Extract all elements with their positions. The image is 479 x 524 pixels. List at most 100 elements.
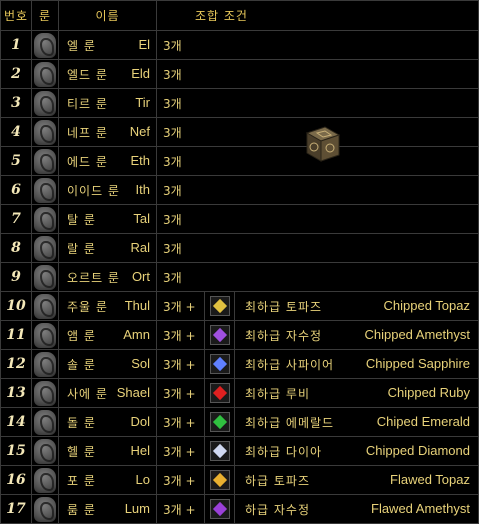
recipe-count: 3개 bbox=[163, 270, 182, 285]
recipe-count: 3개 + bbox=[163, 386, 196, 401]
rune-stone-icon bbox=[34, 235, 56, 261]
recipe-count: 3개 bbox=[163, 154, 182, 169]
table-row: 5 에드 룬 Eth 3개 bbox=[1, 146, 479, 175]
table-row: 11 앰 룬 Amn 3개 + 최하급 자수정 Chipped Amethyst bbox=[1, 320, 479, 349]
rune-stone-icon bbox=[34, 322, 56, 348]
gem-icon bbox=[209, 470, 230, 490]
gem-name-en: Chipped Diamond bbox=[365, 442, 470, 458]
recipe-count: 3개 + bbox=[163, 328, 196, 343]
recipe-count: 3개 + bbox=[163, 502, 196, 517]
table-row: 8 랄 룬 Ral 3개 bbox=[1, 233, 479, 262]
rune-name-en: Amn bbox=[123, 326, 150, 342]
rune-name-en: Eth bbox=[130, 152, 150, 168]
gem-name-ko: 최하급 사파이어 bbox=[245, 357, 335, 372]
rune-name-ko: 돌 룬 bbox=[67, 415, 96, 430]
rune-name-ko: 헬 룬 bbox=[67, 444, 96, 459]
row-number: 12 bbox=[6, 356, 26, 372]
row-number: 5 bbox=[11, 153, 21, 169]
table-row: 7 탈 룬 Tal 3개 bbox=[1, 204, 479, 233]
gem-name-en: Flawed Amethyst bbox=[371, 500, 470, 516]
rune-stone-icon bbox=[34, 438, 56, 464]
rune-stone-icon bbox=[34, 177, 56, 203]
gem-icon bbox=[209, 383, 230, 403]
header-name: 이름 bbox=[95, 9, 120, 23]
recipe-count: 3개 + bbox=[163, 415, 196, 430]
gem-name-ko: 최하급 자수정 bbox=[245, 328, 323, 343]
rune-stone-icon bbox=[34, 409, 56, 435]
row-number: 11 bbox=[6, 327, 26, 343]
rune-name-en: Ith bbox=[135, 181, 150, 197]
rune-name-ko: 포 룬 bbox=[67, 473, 96, 488]
gem-icon bbox=[209, 325, 230, 345]
row-number: 6 bbox=[11, 182, 21, 198]
header-rune: 룬 bbox=[38, 9, 52, 23]
rune-name-ko: 에드 룬 bbox=[67, 154, 108, 169]
gem-name-en: Chipped Ruby bbox=[387, 384, 470, 400]
rune-name-ko: 이이드 룬 bbox=[67, 183, 120, 198]
rune-stone-icon bbox=[34, 351, 56, 377]
row-number: 17 bbox=[6, 501, 26, 517]
table-row: 9 오르트 룬 Ort 3개 bbox=[1, 262, 479, 291]
row-number: 8 bbox=[11, 240, 21, 256]
recipe-count: 3개 bbox=[163, 125, 182, 140]
rune-name-en: Tal bbox=[133, 210, 150, 226]
gem-name-ko: 하급 토파즈 bbox=[245, 473, 311, 488]
rune-name-ko: 엘 룬 bbox=[67, 38, 96, 53]
rune-name-ko: 오르트 룬 bbox=[67, 270, 120, 285]
rune-stone-icon bbox=[34, 90, 56, 116]
table-row: 2 엘드 룬 Eld 3개 bbox=[1, 59, 479, 88]
rune-name-ko: 룸 룬 bbox=[67, 502, 96, 517]
rune-recipe-table: 번호 룬 이름 조합 조건 1 엘 룬 El 3개 2 엘드 룬 Eld 3개 … bbox=[0, 0, 479, 524]
gem-name-ko: 최하급 루비 bbox=[245, 386, 311, 401]
rune-name-ko: 탈 룬 bbox=[67, 212, 96, 227]
table-row: 4 네프 룬 Nef 3개 bbox=[1, 117, 479, 146]
gem-name-en: Chipped Amethyst bbox=[364, 326, 470, 342]
rune-name-en: El bbox=[138, 36, 150, 52]
rune-stone-icon bbox=[34, 496, 56, 522]
rune-name-ko: 네프 룬 bbox=[67, 125, 108, 140]
rune-name-en: Thul bbox=[124, 297, 150, 313]
rune-name-en: Nef bbox=[129, 123, 150, 139]
row-number: 9 bbox=[11, 269, 21, 285]
table-row: 10 주울 룬 Thul 3개 + 최하급 토파즈 Chipped Topaz bbox=[1, 291, 479, 320]
rune-stone-icon bbox=[34, 264, 56, 290]
table-row: 6 이이드 룬 Ith 3개 bbox=[1, 175, 479, 204]
header-condition: 조합 조건 bbox=[195, 9, 248, 23]
row-number: 13 bbox=[6, 385, 26, 401]
gem-icon bbox=[209, 499, 230, 519]
rune-name-en: Shael bbox=[116, 384, 150, 400]
recipe-count: 3개 + bbox=[163, 444, 196, 459]
rune-name-en: Lo bbox=[135, 471, 150, 487]
gem-name-en: Chipped Topaz bbox=[383, 297, 471, 313]
recipe-count: 3개 bbox=[163, 212, 182, 227]
rune-stone-icon bbox=[34, 380, 56, 406]
table-row: 1 엘 룬 El 3개 bbox=[1, 30, 479, 59]
gem-name-en: Chipped Sapphire bbox=[365, 355, 470, 371]
recipe-count: 3개 bbox=[163, 96, 182, 111]
gem-name-ko: 최하급 에메랄드 bbox=[245, 415, 335, 430]
recipe-count: 3개 bbox=[163, 67, 182, 82]
row-number: 10 bbox=[6, 298, 26, 314]
rune-name-en: Ort bbox=[131, 268, 150, 284]
recipe-count: 3개 + bbox=[163, 299, 196, 314]
gem-name-en: Chiped Emerald bbox=[376, 413, 470, 429]
table-header: 번호 룬 이름 조합 조건 bbox=[1, 1, 479, 30]
rune-name-en: Ral bbox=[130, 239, 150, 255]
row-number: 1 bbox=[11, 37, 21, 53]
horadric-cube-icon bbox=[305, 126, 341, 162]
rune-name-en: Dol bbox=[130, 413, 150, 429]
rune-name-en: Sol bbox=[131, 355, 150, 371]
rune-stone-icon bbox=[34, 119, 56, 145]
rune-stone-icon bbox=[34, 148, 56, 174]
gem-name-en: Flawed Topaz bbox=[390, 471, 470, 487]
table-row: 13 사에 룬 Shael 3개 + 최하급 루비 Chipped Ruby bbox=[1, 378, 479, 407]
row-number: 2 bbox=[11, 66, 21, 82]
rune-name-ko: 엘드 룬 bbox=[67, 67, 108, 82]
rune-name-en: Eld bbox=[131, 65, 150, 81]
gem-name-ko: 하급 자수정 bbox=[245, 502, 311, 517]
recipe-count: 3개 + bbox=[163, 473, 196, 488]
gem-icon bbox=[209, 412, 230, 432]
row-number: 3 bbox=[11, 95, 21, 111]
rune-stone-icon bbox=[34, 467, 56, 493]
row-number: 16 bbox=[6, 472, 26, 488]
